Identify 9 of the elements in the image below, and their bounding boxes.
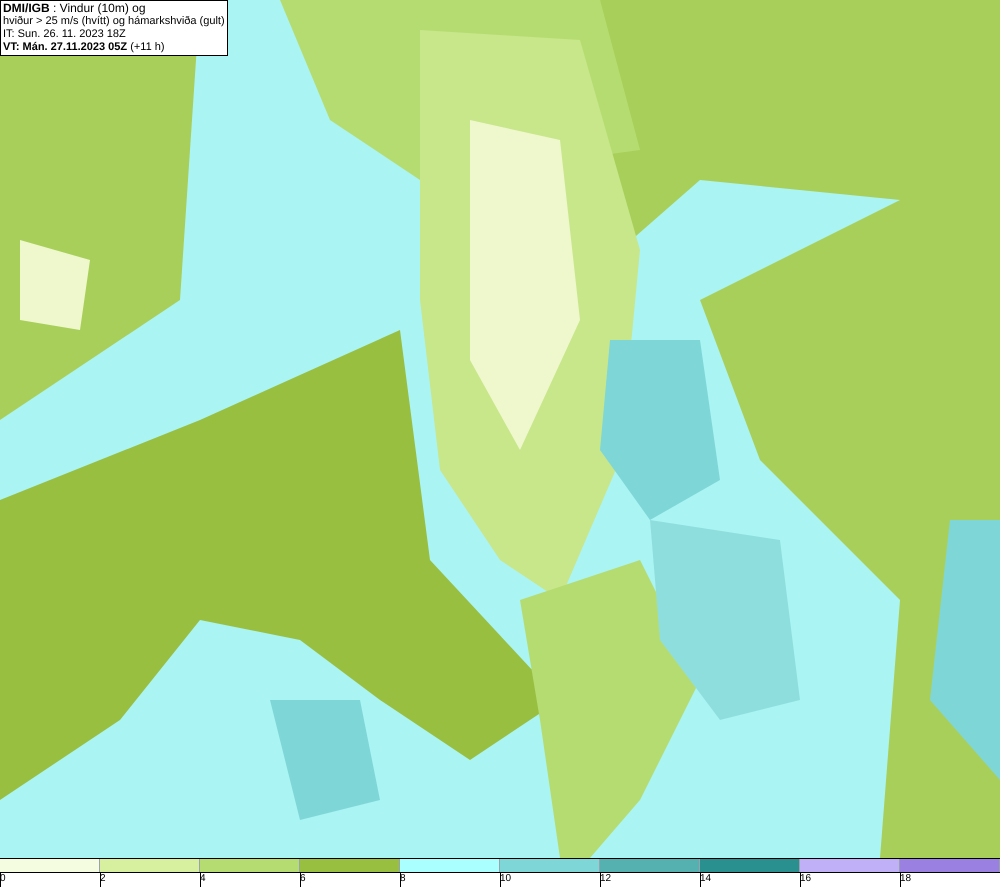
info-text: hviður > 25 m/s (hvítt) og hámarkshviða (gult) xyxy=(3,15,225,28)
info-text: DMI/IGB : Vindur (10m) og xyxy=(3,2,146,15)
legend-label: 12 xyxy=(600,873,612,885)
info-text: VT: Mán. 27.11.2023 05Z (+11 h) xyxy=(3,41,166,54)
legend-label: 10 xyxy=(500,873,512,885)
legend-label: 16 xyxy=(800,873,812,885)
legend-label: 14 xyxy=(700,873,712,885)
info-text: IT: Sun. 26. 11. 2023 18Z xyxy=(3,28,127,41)
legend-label: 18 xyxy=(900,873,912,885)
